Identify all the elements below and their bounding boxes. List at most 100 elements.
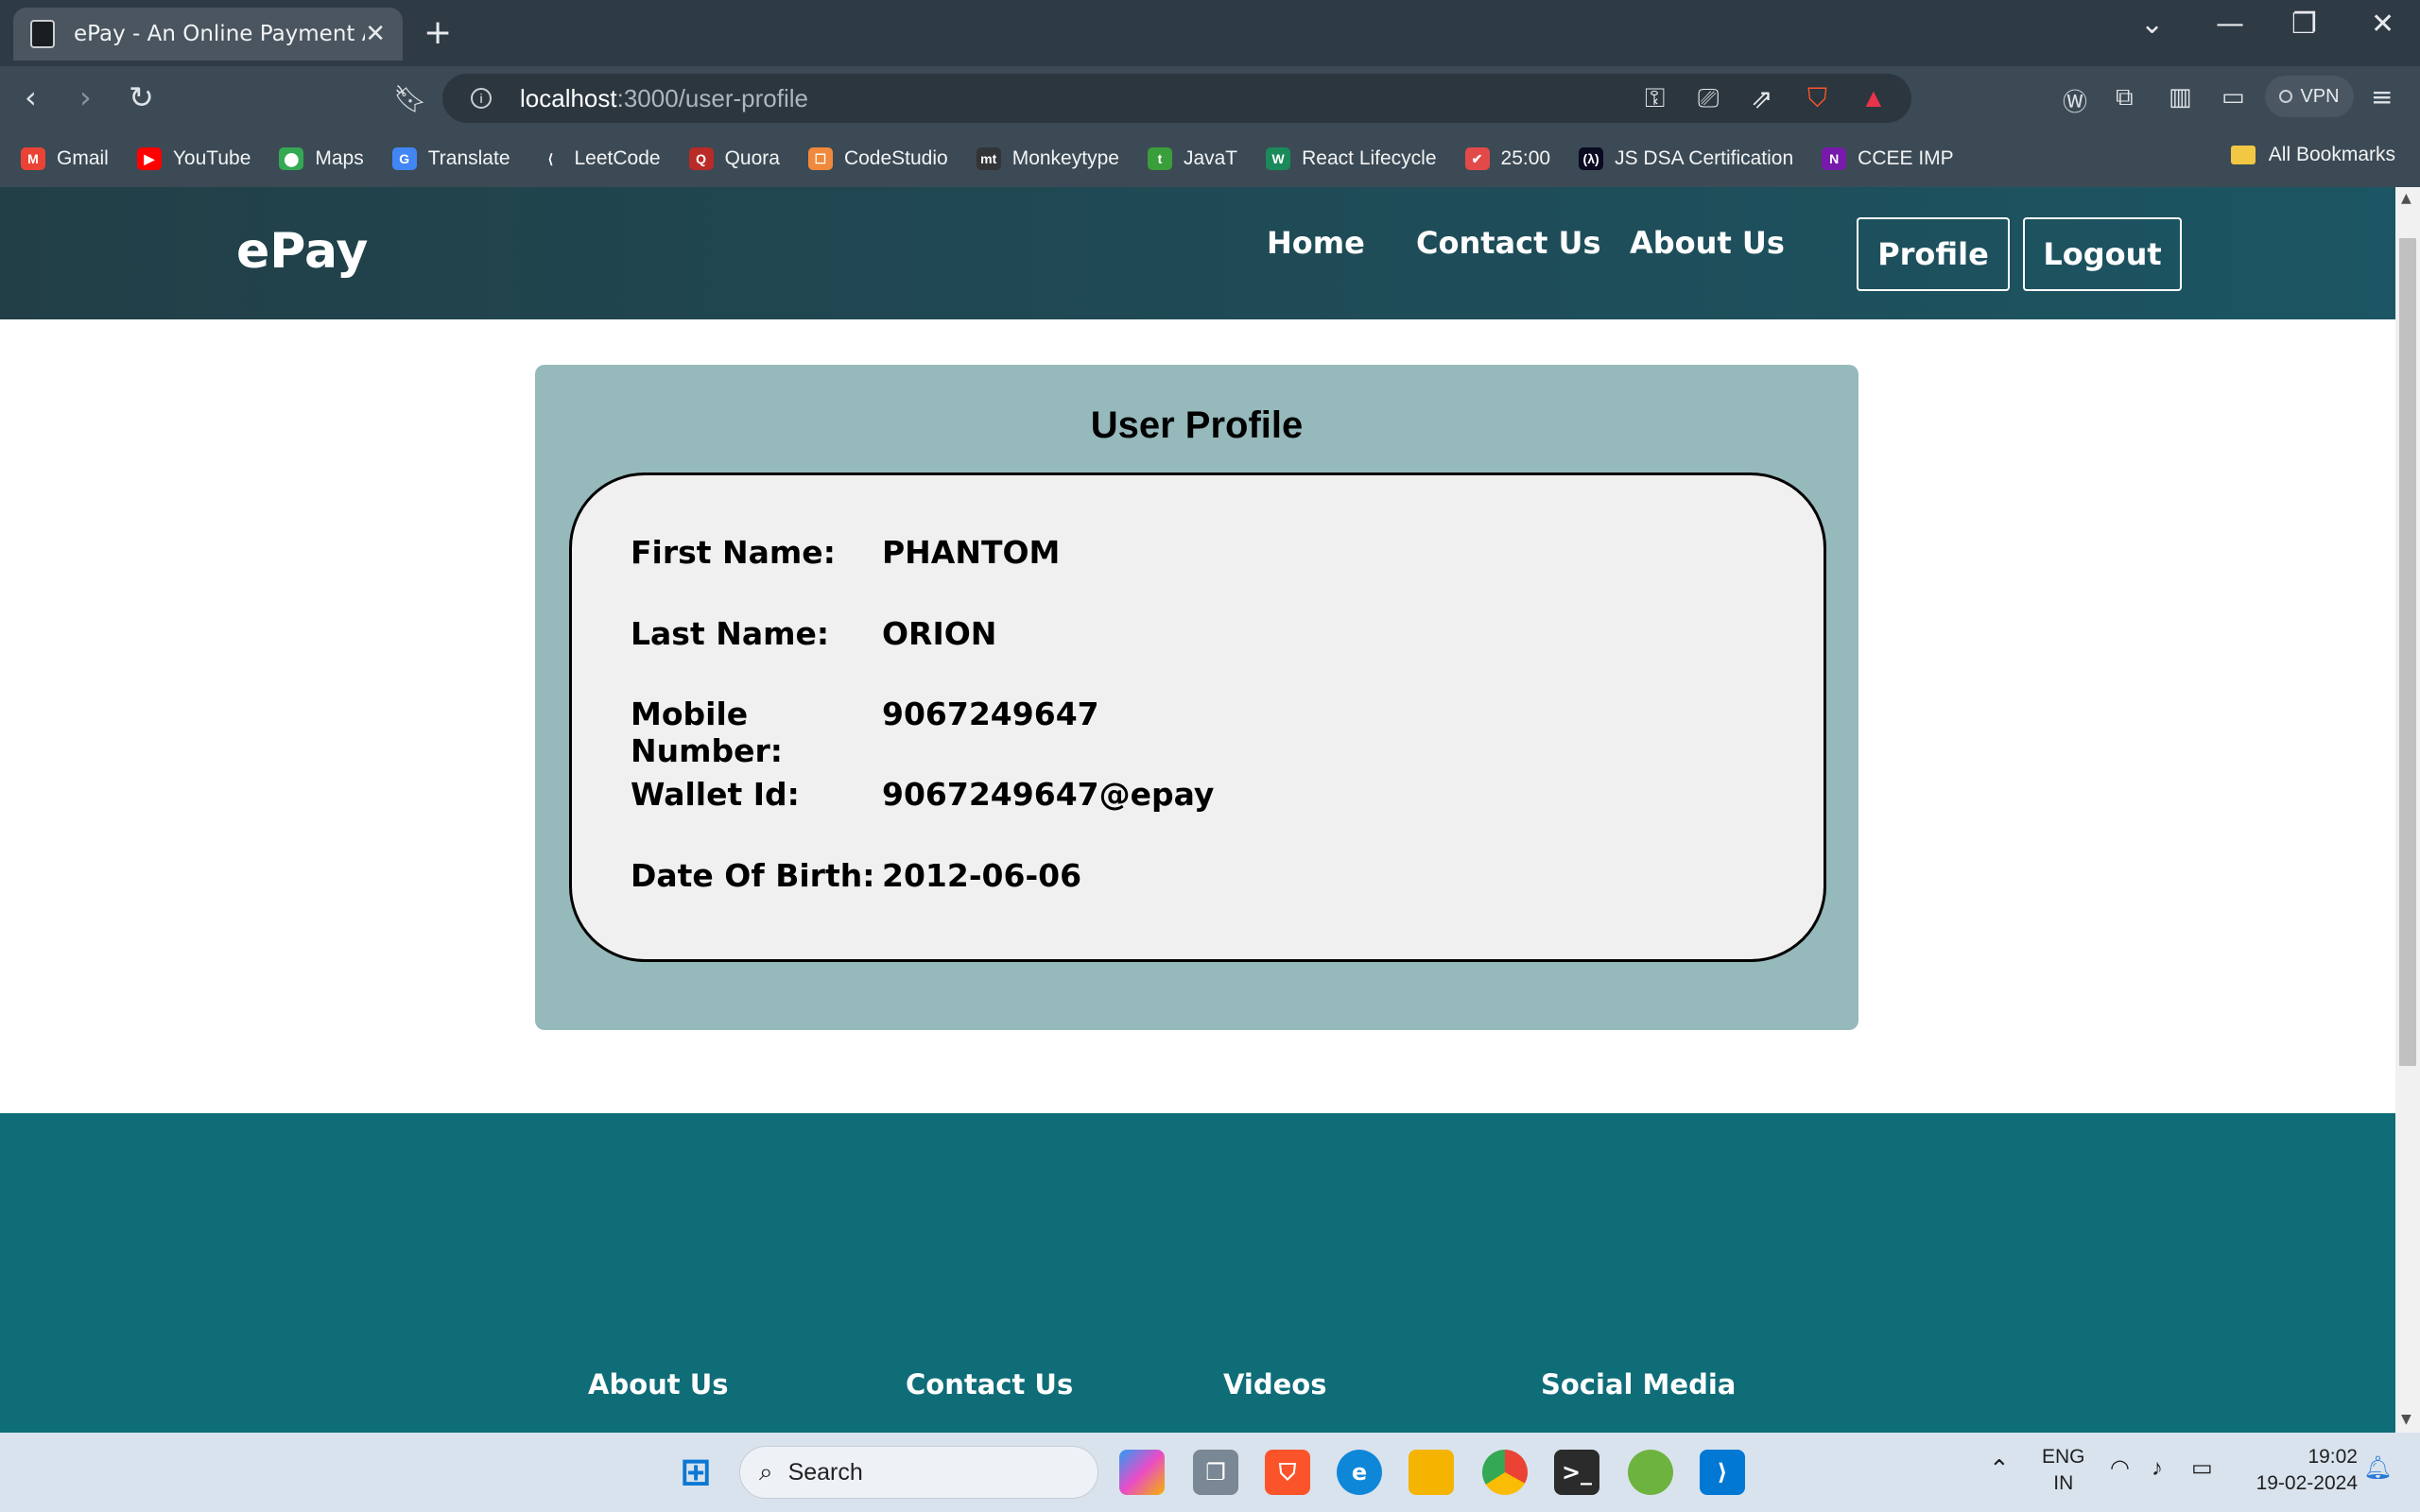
chrome-browser-icon[interactable] — [1482, 1450, 1528, 1495]
bookmark-item[interactable]: ⬤ Maps — [279, 147, 364, 170]
bookmark-page-icon[interactable]: 🔖︎ — [393, 83, 427, 114]
footer-contact-link[interactable]: Contact Us — [906, 1368, 1073, 1400]
bookmark-item[interactable]: ✔ 25:00 — [1464, 147, 1550, 170]
extensions-puzzle-icon[interactable]: ⧉ — [2116, 83, 2134, 112]
react-lifecycle-icon: W — [1266, 147, 1291, 170]
quora-icon: Q — [688, 147, 714, 170]
all-bookmarks-button[interactable]: All Bookmarks — [2230, 144, 2395, 166]
gmail-icon: M — [21, 147, 45, 170]
bookmarks-bar: M Gmail ▶ YouTube ⬤ Maps G Translate ⟨ LeetCode Q Q… — [0, 130, 2420, 187]
freecodecamp-icon: (λ) — [1579, 147, 1604, 170]
brave-browser-icon[interactable]: ⛉ — [1265, 1450, 1310, 1495]
footer-social-media-link[interactable]: Social Media — [1541, 1368, 1736, 1400]
battery-icon[interactable]: ▭ — [2191, 1455, 2213, 1482]
wallet-extension-icon[interactable]: Ⓦ — [2063, 83, 2087, 118]
address-bar[interactable]: i localhost :3000/user-profile ⚿ ⎚ ⇗ ⛉ ▲ — [442, 74, 1911, 123]
search-icon: ⌕ — [759, 1457, 773, 1486]
back-icon[interactable]: ‹ — [25, 79, 37, 115]
taskbar-search-box[interactable]: ⌕ Search — [739, 1446, 1098, 1499]
volume-icon[interactable]: ♪ — [2152, 1455, 2163, 1482]
bookmark-item[interactable]: ⟨ LeetCode — [538, 147, 661, 170]
brave-rewards-icon[interactable]: ▲ — [1860, 83, 1887, 113]
reload-icon[interactable]: ↻ — [129, 79, 154, 115]
edge-browser-icon[interactable]: e — [1337, 1450, 1382, 1495]
restore-icon[interactable]: ❐ — [2291, 8, 2317, 41]
profile-details-panel: First Name: PHANTOM Last Name: ORION Mob… — [569, 472, 1826, 962]
field-value: PHANTOM — [882, 534, 1061, 571]
timer-icon: ✔ — [1464, 147, 1490, 170]
windows-start-icon[interactable]: ⊞ — [673, 1450, 718, 1495]
scroll-up-icon[interactable]: ▲ — [2401, 191, 2411, 206]
language-indicator[interactable]: ENG IN — [2042, 1444, 2085, 1497]
clock[interactable]: 19:02 19-02-2024 — [2244, 1444, 2358, 1497]
scrollbar-thumb[interactable] — [2399, 238, 2416, 1066]
brave-shields-icon[interactable]: ⛉ — [1807, 83, 1827, 114]
profile-row-mobile-number: Mobile Number: 9067249647 — [631, 696, 1099, 769]
nav-contact-link[interactable]: Contact Us — [1416, 225, 1601, 261]
scroll-down-icon[interactable]: ▼ — [2401, 1412, 2411, 1427]
site-info-icon[interactable]: i — [471, 88, 492, 109]
notification-bell-icon[interactable]: 🔔︎ — [2363, 1455, 2392, 1482]
lang-bottom: IN — [2053, 1472, 2074, 1494]
file-explorer-icon[interactable] — [1409, 1450, 1454, 1495]
share-icon[interactable]: ⇗ — [1751, 83, 1772, 114]
vscode-icon[interactable]: ⟩ — [1700, 1450, 1745, 1495]
bookmark-label: Maps — [315, 147, 364, 169]
brand-logo[interactable]: ePay — [236, 223, 368, 280]
window-close-icon[interactable]: ✕ — [2371, 8, 2394, 41]
minimize-icon[interactable]: — — [2216, 8, 2244, 41]
bookmark-label: Monkeytype — [1011, 147, 1119, 169]
logout-button[interactable]: Logout — [2023, 217, 2182, 291]
bookmark-item[interactable]: t JavaT — [1147, 147, 1237, 170]
bookmark-label: Quora — [724, 147, 780, 169]
terminal-icon[interactable]: >_ — [1554, 1450, 1599, 1495]
tab-close-icon[interactable]: ✕ — [365, 20, 386, 48]
task-view-icon[interactable]: ❐ — [1193, 1450, 1238, 1495]
field-value: 9067249647 — [882, 696, 1099, 732]
copilot-icon[interactable] — [1119, 1450, 1165, 1495]
browser-tab-active[interactable]: ePay - An Online Payment App ✕ — [13, 8, 403, 60]
menu-icon[interactable]: ≡ — [2371, 81, 2393, 112]
footer-about-link[interactable]: About Us — [588, 1368, 729, 1400]
forward-icon[interactable]: › — [79, 79, 92, 115]
bookmark-label: Gmail — [57, 147, 109, 169]
profile-row-date-of-birth: Date Of Birth: 2012-06-06 — [631, 857, 1081, 894]
bookmark-item[interactable]: mt Monkeytype — [976, 147, 1119, 170]
all-bookmarks-label: All Bookmarks — [2268, 144, 2395, 165]
new-tab-icon[interactable]: + — [424, 13, 452, 52]
translate-icon: G — [391, 147, 417, 170]
profile-button[interactable]: Profile — [1857, 217, 2010, 291]
field-value: ORION — [882, 615, 997, 652]
install-app-icon[interactable]: ⎚ — [1698, 83, 1719, 114]
password-key-icon[interactable]: ⚿ — [1645, 83, 1665, 114]
bookmark-item[interactable]: ▶ YouTube — [136, 147, 251, 170]
bookmark-item[interactable]: Q Quora — [688, 147, 780, 170]
url-path: :3000/user-profile — [616, 83, 808, 112]
bookmark-label: CodeStudio — [843, 147, 948, 169]
footer-videos-link[interactable]: Videos — [1223, 1368, 1327, 1400]
bookmark-item[interactable]: (λ) JS DSA Certification — [1579, 147, 1793, 170]
bookmark-item[interactable]: W React Lifecycle — [1266, 147, 1437, 170]
monkeytype-icon: mt — [976, 147, 1001, 170]
bookmark-item[interactable]: G Translate — [391, 147, 510, 170]
user-profile-card: User Profile First Name: PHANTOM Last Na… — [535, 365, 1858, 1030]
nav-home-link[interactable]: Home — [1267, 225, 1365, 261]
sidebar-icon[interactable]: ▥ — [2169, 83, 2192, 112]
field-label: Wallet Id: — [631, 776, 800, 813]
bookmark-item[interactable]: ☐ CodeStudio — [807, 147, 948, 170]
wallet-icon[interactable]: ▭ — [2221, 83, 2245, 112]
field-value: 2012-06-06 — [882, 857, 1082, 894]
wifi-icon[interactable]: ◠ — [2110, 1455, 2130, 1482]
bookmark-item[interactable]: N CCEE IMP — [1822, 147, 1954, 170]
windows-taskbar: ⊞ ⌕ Search ❐ ⛉ e >_ ⟩ ⌃ ENG IN ◠ ♪ ▭ 19:… — [0, 1433, 2420, 1512]
spring-tools-icon[interactable] — [1628, 1450, 1673, 1495]
nav-about-link[interactable]: About Us — [1630, 225, 1785, 261]
bookmark-label: React Lifecycle — [1302, 147, 1437, 169]
bookmark-item[interactable]: M Gmail — [21, 147, 109, 170]
vpn-button[interactable]: VPN — [2265, 76, 2354, 117]
url-host: localhost — [520, 83, 617, 112]
profile-row-last-name: Last Name: ORION — [631, 615, 996, 652]
field-label: First Name: — [631, 534, 836, 571]
tab-search-chevron-icon[interactable]: ⌄ — [2140, 8, 2164, 41]
tray-overflow-icon[interactable]: ⌃ — [1989, 1455, 2010, 1482]
